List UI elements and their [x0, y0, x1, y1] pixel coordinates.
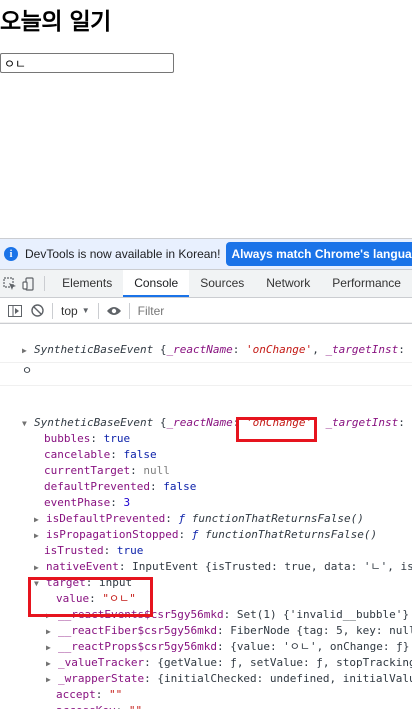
target-highlight-box — [28, 577, 153, 617]
eye-icon[interactable] — [103, 306, 125, 316]
element-property: accept: "" — [56, 688, 123, 701]
console-divider — [0, 385, 412, 386]
inspect-element-icon[interactable] — [0, 270, 19, 297]
collapse-triangle-icon[interactable]: ▼ — [22, 416, 34, 432]
event-property-row[interactable]: ▶ nativeEvent: InputEvent {isTrusted: tru… — [0, 559, 412, 576]
sidebar-toggle-icon[interactable] — [4, 304, 26, 317]
match-language-button[interactable]: Always match Chrome's language — [226, 242, 412, 266]
console-log-row[interactable]: ▼ SyntheticBaseEvent {_reactName: 'onChan… — [0, 415, 412, 432]
property-key: _targetInst — [325, 343, 399, 356]
context-select[interactable]: top ▼ — [57, 304, 94, 318]
tab-separator — [44, 276, 46, 291]
brace: { — [153, 343, 167, 356]
element-property: accessKey: "" — [0, 703, 412, 709]
expand-triangle-icon[interactable]: ▶ — [34, 512, 46, 528]
device-toolbar-icon[interactable] — [19, 270, 38, 297]
filter-input[interactable]: Filter — [138, 304, 165, 318]
object-type: SyntheticBaseEvent — [34, 343, 154, 356]
page-title: 오늘의 일기 — [0, 9, 111, 35]
object-type: SyntheticBaseEvent — [34, 416, 154, 429]
devtools-infobar: i DevTools is now available in Korean! A… — [0, 238, 412, 270]
expand-triangle-icon[interactable]: ▶ — [34, 560, 46, 576]
event-property: eventPhase: 3 — [44, 496, 131, 509]
diary-input[interactable] — [0, 53, 174, 73]
log-text: ㅇ — [22, 364, 33, 377]
tab-sources[interactable]: Sources — [189, 270, 255, 297]
event-method-row[interactable]: ▶ isPropagationStopped: ƒ functionThatRet… — [0, 527, 412, 544]
property-key: _targetInst — [325, 416, 399, 429]
event-property: bubbles: true — [44, 432, 131, 445]
property-value: : n — [398, 416, 412, 429]
expand-triangle-icon[interactable]: ▶ — [22, 343, 34, 359]
event-property: currentTarget: null — [44, 464, 170, 477]
property-value: 'onChange' — [245, 343, 313, 356]
property-key: _reactName — [166, 343, 233, 356]
filterbar-separator — [52, 302, 53, 319]
event-method-row[interactable]: ▶ isDefaultPrevented: ƒ functionThatRetur… — [0, 511, 412, 528]
console-divider — [0, 322, 412, 323]
console-log-row[interactable]: ▶ SyntheticBaseEvent {_reactName: 'onChan… — [0, 342, 412, 359]
filterbar-separator — [128, 302, 130, 319]
expand-triangle-icon[interactable]: ▶ — [46, 672, 58, 688]
devtools-tabbar: Elements Console Sources Network Perform… — [0, 270, 412, 298]
react-property-row[interactable]: ▶ _wrapperState: {initialChecked: undefin… — [0, 671, 412, 688]
info-icon: i — [4, 247, 18, 261]
tab-elements[interactable]: Elements — [51, 270, 123, 297]
console-log-row: ㅇ — [0, 363, 412, 379]
react-property-row[interactable]: ▶ __reactFiber$csr5gy56mkd: FiberNode {ta… — [0, 623, 412, 640]
infobar-text: DevTools is now available in Korean! — [25, 247, 221, 261]
expand-triangle-icon[interactable]: ▶ — [46, 640, 58, 656]
tab-console[interactable]: Console — [123, 270, 190, 297]
tab-network[interactable]: Network — [255, 270, 321, 297]
colon: : — [232, 343, 246, 356]
console-filterbar: top ▼ Filter — [0, 298, 412, 324]
brace: { — [153, 416, 167, 429]
expand-triangle-icon[interactable]: ▶ — [34, 528, 46, 544]
separator: , — [312, 343, 326, 356]
expand-triangle-icon[interactable]: ▶ — [46, 624, 58, 640]
react-property-row[interactable]: ▶ _valueTracker: {getValue: ƒ, setValue: … — [0, 655, 412, 672]
property-value: : n — [398, 343, 412, 356]
chevron-down-icon: ▼ — [81, 306, 90, 315]
onchange-highlight-box — [236, 417, 317, 442]
event-property: defaultPrevented: false — [44, 480, 197, 493]
filterbar-separator — [97, 302, 99, 319]
event-property: cancelable: false — [44, 448, 157, 461]
devtools-panel: i DevTools is now available in Korean! A… — [0, 238, 412, 709]
expand-triangle-icon[interactable]: ▶ — [46, 656, 58, 672]
clear-console-icon[interactable] — [26, 304, 48, 317]
event-property: isTrusted: true — [44, 544, 144, 557]
tab-performance[interactable]: Performance — [321, 270, 412, 297]
react-property-row[interactable]: ▶ __reactProps$csr5gy56mkd: {value: 'ㅇㄴ',… — [0, 639, 412, 656]
context-select-label: top — [61, 303, 78, 318]
property-key: _reactName — [166, 416, 233, 429]
